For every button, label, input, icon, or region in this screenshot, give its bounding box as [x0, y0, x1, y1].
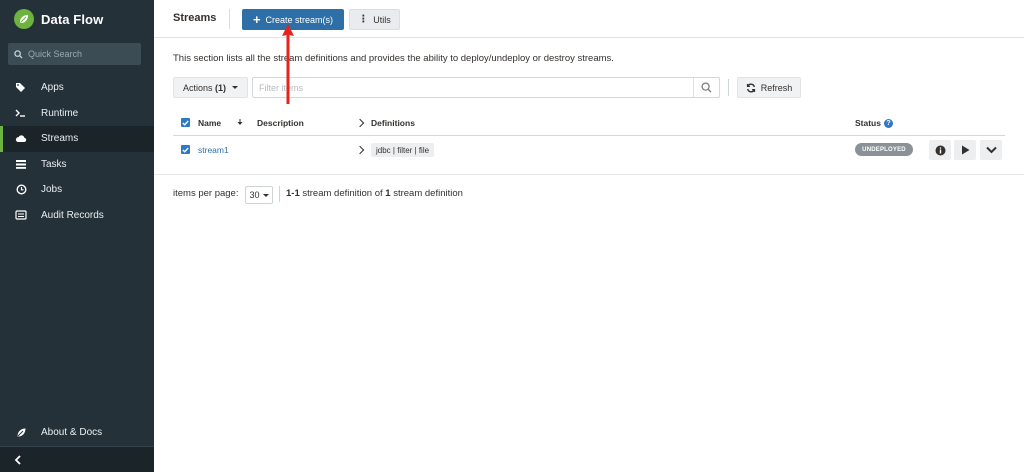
actions-dropdown[interactable]: Actions (1): [173, 77, 248, 98]
sidebar: Data Flow Apps Runtime Streams: [0, 0, 154, 472]
sidebar-item-apps[interactable]: Apps: [0, 75, 154, 101]
column-header-status-label: Status: [855, 118, 881, 128]
tags-icon: [14, 82, 28, 94]
header-divider: [229, 9, 230, 29]
pagination-info: 1-1 stream definition of 1 stream defini…: [286, 188, 463, 199]
sidebar-item-tasks[interactable]: Tasks: [0, 152, 154, 178]
chevron-left-icon: [14, 454, 21, 465]
filter-field[interactable]: [252, 77, 720, 98]
actions-label: Actions: [182, 82, 213, 93]
row-checkbox[interactable]: [181, 145, 190, 154]
sidebar-item-label: About & Docs: [41, 426, 103, 438]
clock-icon: [14, 184, 28, 196]
definition-badge: jdbc | filter | file: [371, 143, 435, 157]
column-header-name-label: Name: [198, 118, 222, 128]
column-header-status: Status ?: [855, 118, 893, 128]
quick-search-input[interactable]: [28, 49, 138, 59]
utils-label: Utils: [373, 14, 391, 25]
pagination-total: 1: [385, 188, 391, 199]
sidebar-item-runtime[interactable]: Runtime: [0, 101, 154, 127]
pagination-range-text: stream definition of: [302, 188, 383, 199]
quick-search[interactable]: [8, 43, 141, 65]
definition-cell[interactable]: jdbc | filter | file: [355, 143, 435, 157]
filter-search-button[interactable]: [693, 78, 719, 97]
create-stream-label: Create stream(s): [265, 14, 334, 25]
sidebar-item-streams[interactable]: Streams: [0, 126, 154, 152]
actions-count: (1): [215, 82, 227, 93]
items-per-page-select[interactable]: 30: [245, 186, 273, 204]
page-title: Streams: [173, 12, 217, 24]
sidebar-item-audit-records[interactable]: Audit Records: [0, 203, 154, 229]
column-header-definitions[interactable]: Definitions: [355, 118, 415, 128]
sidebar-item-jobs[interactable]: Jobs: [0, 177, 154, 203]
column-header-name[interactable]: Name: [198, 118, 243, 128]
utils-button[interactable]: ⋮ Utils: [349, 9, 400, 30]
pagination-range: 1-1: [286, 188, 300, 199]
select-all-checkbox[interactable]: [181, 118, 190, 127]
details-button[interactable]: [929, 140, 951, 160]
stream-name-link[interactable]: stream1: [198, 145, 229, 155]
items-per-page-label: items per page:: [173, 188, 239, 199]
app-title: Data Flow: [41, 11, 104, 27]
app-logo[interactable]: Data Flow: [14, 8, 103, 30]
search-icon: [14, 49, 23, 59]
info-icon: [935, 145, 945, 155]
sidebar-item-about-docs[interactable]: About & Docs: [0, 420, 154, 444]
table-header-divider: [173, 135, 1005, 136]
sidebar-item-label: Audit Records: [41, 209, 104, 221]
chevron-down-icon: [985, 146, 997, 154]
section-description: This section lists all the stream defini…: [173, 53, 614, 64]
play-icon: [961, 145, 969, 155]
search-icon: [701, 82, 712, 93]
column-header-description-label: Description: [257, 118, 304, 128]
sort-icon: [237, 118, 243, 128]
filter-input[interactable]: [253, 82, 693, 93]
leaf-icon: [14, 426, 28, 438]
sidebar-item-label: Streams: [41, 133, 79, 145]
refresh-label: Refresh: [760, 82, 793, 93]
sidebar-item-label: Jobs: [41, 184, 63, 196]
terminal-icon: [14, 107, 28, 119]
checkbox-checked-icon: [181, 118, 190, 127]
caret-down-icon: [262, 193, 269, 197]
status-badge: UNDEPLOYED: [855, 143, 913, 156]
plus-icon: +: [252, 12, 261, 27]
checkbox-checked-icon: [181, 145, 190, 154]
sidebar-nav: Apps Runtime Streams Tasks Jobs Audit Re…: [0, 75, 154, 228]
collapse-sidebar-button[interactable]: [0, 446, 154, 472]
sidebar-item-label: Runtime: [41, 107, 79, 119]
annotation-arrow: [282, 24, 294, 104]
caret-down-icon: [232, 86, 239, 89]
help-icon[interactable]: ?: [883, 118, 893, 128]
spring-leaf-icon: [14, 9, 34, 29]
deploy-button[interactable]: [954, 140, 976, 160]
refresh-button[interactable]: Refresh: [737, 77, 801, 98]
chevron-right-icon: [355, 118, 365, 128]
sidebar-item-label: Apps: [41, 82, 64, 94]
table-row-divider: [154, 174, 1024, 175]
chevron-right-icon[interactable]: [355, 145, 365, 155]
pagination-divider: [279, 186, 280, 202]
sidebar-item-label: Tasks: [41, 158, 67, 170]
pagination-total-text: stream definition: [393, 188, 463, 199]
column-header-description: Description: [257, 118, 304, 128]
vertical-ellipsis-icon: ⋮: [358, 14, 369, 25]
list-icon: [14, 209, 28, 221]
items-per-page-value: 30: [249, 190, 260, 200]
tasks-icon: [14, 158, 28, 170]
refresh-icon: [746, 83, 755, 92]
toolbar-divider: [728, 79, 729, 96]
cloud-icon: [14, 133, 28, 145]
column-header-definitions-label: Definitions: [371, 118, 415, 128]
more-actions-button[interactable]: [980, 140, 1002, 160]
